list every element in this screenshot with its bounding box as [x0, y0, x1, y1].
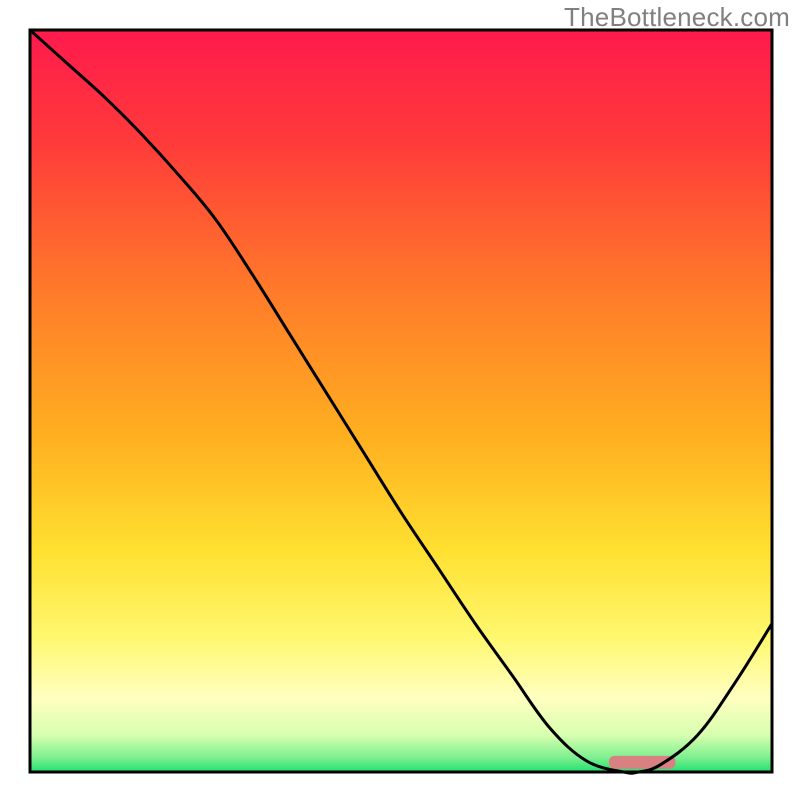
chart-container: TheBottleneck.com	[0, 0, 800, 800]
plot-background	[30, 30, 772, 772]
bottleneck-chart	[0, 0, 800, 800]
watermark-text: TheBottleneck.com	[564, 2, 790, 33]
